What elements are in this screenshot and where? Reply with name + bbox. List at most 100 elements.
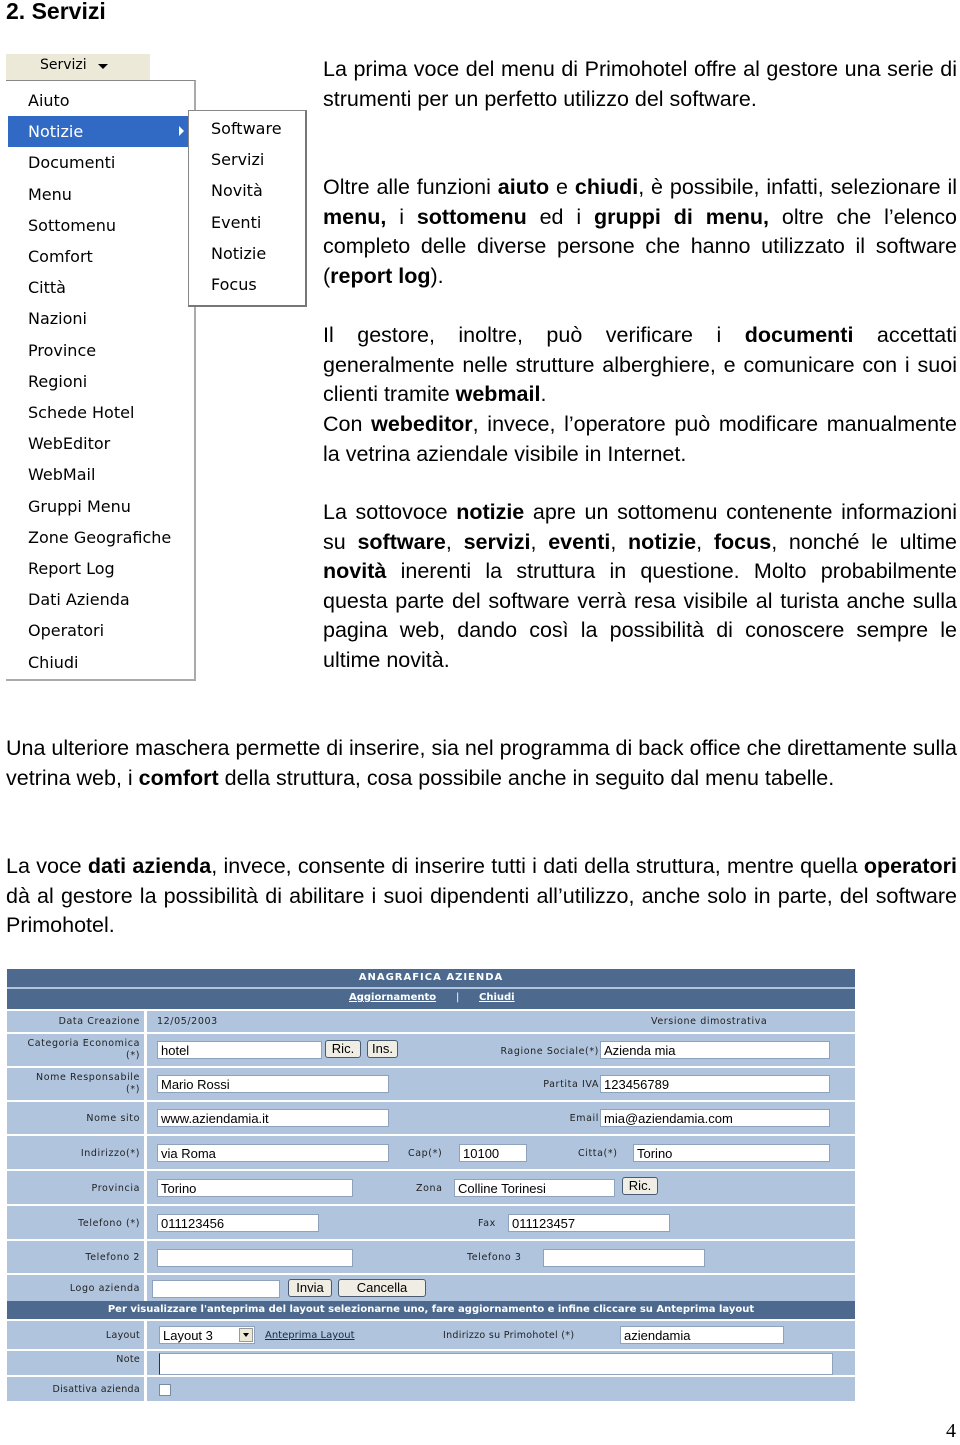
telefono3-label: Telefono 3 [467,1252,522,1263]
bold-term: servizi [463,529,531,554]
menu-item-nazioni[interactable]: Nazioni [8,303,188,334]
form-title: ANAGRAFICA AZIENDA [358,972,504,983]
cap-input[interactable]: 10100 [459,1144,527,1162]
row-responsabile: Nome Responsabile (*) Mario Rossi Partit… [7,1066,855,1100]
bold-term: chiudi [574,175,639,199]
telefono3-input[interactable] [543,1249,705,1267]
services-menu-screenshot: Servizi Aiuto Notizie Documenti Menu Sottome… [6,54,307,684]
menu-item-report-log[interactable]: Report Log [8,553,188,584]
indirizzo-input[interactable]: via Roma [157,1144,389,1162]
zona-search-button[interactable]: Ric. [622,1177,658,1195]
layout-preview-link[interactable]: Anteprima Layout [265,1330,355,1341]
telefono-input[interactable]: 011123456 [157,1214,319,1232]
menu-item-label: Menu [28,184,72,204]
categoria-insert-button[interactable]: Ins. [367,1040,398,1058]
email-input[interactable]: mia@aziendamia.com [600,1109,830,1127]
menu-item-operatori[interactable]: Operatori [8,615,188,646]
categoria-search-button[interactable]: Ric. [325,1040,361,1058]
menu-item-province[interactable]: Province [8,335,188,366]
form-title-bar: ANAGRAFICA AZIENDA [7,969,855,987]
menu-item-aiuto[interactable]: Aiuto [8,85,188,116]
menu-item-chiudi[interactable]: Chiudi [8,647,188,678]
row-logo: Logo azienda Invia Cancella [7,1273,855,1301]
anagrafica-azienda-form: ANAGRAFICA AZIENDA Aggiornamento | Chiud… [7,969,855,1401]
paragraph-dati-azienda: La voce dati azienda, invece, consente d… [6,854,958,938]
row-provincia: Provincia Torino Zona Colline Torinesi R… [7,1169,855,1204]
data-creazione-label: Data Creazione [58,1016,140,1027]
menu-item-dati-azienda[interactable]: Dati Azienda [8,584,188,615]
row-disattiva: Disattiva azienda [7,1375,855,1401]
notizie-submenu: Software Servizi Novità Eventi Notizie Focus [188,110,307,307]
menu-item-schede-hotel[interactable]: Schede Hotel [8,397,188,428]
fax-label: Fax [478,1218,496,1229]
submenu-item-software[interactable]: Software [211,113,282,144]
telefono2-input[interactable] [157,1249,353,1267]
layout-select-value: Layout 3 [163,1328,213,1343]
menu-servizi-button[interactable]: Servizi [6,54,150,80]
row-nome-sito: Nome sito www.aziendamia.it Email mia@az… [7,1100,855,1134]
zona-input[interactable]: Colline Torinesi [454,1179,615,1197]
partita-iva-input[interactable]: 123456789 [600,1075,830,1093]
paragraph-intro: La prima voce del menu di Primohotel off… [323,57,957,111]
note-textarea[interactable] [159,1353,833,1375]
bold-term: comfort [138,765,219,790]
ragione-sociale-input[interactable]: Azienda mia [600,1041,830,1059]
indirizzo-label: Indirizzo(*) [80,1148,140,1159]
menu-item-citt-[interactable]: Città [8,272,188,303]
menu-item-label: Zone Geografiche [28,527,172,547]
bold-term: focus [713,529,772,554]
submenu-item-eventi[interactable]: Eventi [211,207,261,238]
link-separator: | [456,992,460,1003]
layout-select[interactable]: Layout 3 [159,1326,255,1344]
update-link[interactable]: Aggiornamento [349,992,436,1003]
menu-item-webmail[interactable]: WebMail [8,459,188,490]
indirizzo-primohotel-label: Indirizzo su Primohotel (*) [443,1330,575,1341]
email-label: Email [569,1113,599,1124]
indirizzo-primohotel-input[interactable]: aziendamia [620,1326,784,1344]
provincia-label: Provincia [91,1183,140,1194]
menu-item-notizie[interactable]: Notizie [8,116,188,148]
logo-cancel-button[interactable]: Cancella [338,1279,426,1297]
paragraph-notizie: La sottovoce notizie apre un sottomenu c… [323,500,958,672]
menu-item-documenti[interactable]: Documenti [8,147,188,178]
dropdown-arrow-icon[interactable] [239,1328,253,1342]
bold-term: novità [323,559,387,584]
submenu-item-novit-[interactable]: Novità [211,175,263,206]
bold-term: gruppi di menu, [594,204,770,229]
categoria-input[interactable]: hotel [157,1041,322,1059]
row-indirizzo: Indirizzo(*) via Roma Cap(*) 10100 Citta… [7,1134,855,1169]
provincia-input[interactable]: Torino [157,1179,353,1197]
nome-sito-input[interactable]: www.aziendamia.it [157,1109,389,1127]
citta-input[interactable]: Torino [633,1144,830,1162]
submenu-item-servizi[interactable]: Servizi [211,144,264,175]
note-label: Note [116,1354,140,1365]
paragraph-comfort: Una ulteriore maschera permette di inser… [6,736,957,790]
menu-item-webeditor[interactable]: WebEditor [8,428,188,459]
logo-label: Logo azienda [69,1283,140,1294]
menu-item-label: Schede Hotel [28,403,135,422]
row-telefono2: Telefono 2 Telefono 3 [7,1239,855,1273]
citta-label: Citta(*) [578,1148,618,1159]
logo-file-input[interactable] [152,1280,280,1298]
menu-item-label: WebEditor [28,434,111,454]
version-note: Versione dimostrativa [651,1016,768,1027]
logo-send-button[interactable]: Invia [288,1279,332,1297]
submenu-item-focus[interactable]: Focus [211,269,257,300]
menu-item-menu[interactable]: Menu [8,179,188,210]
close-link[interactable]: Chiudi [479,992,515,1003]
menu-item-regioni[interactable]: Regioni [8,366,188,397]
form-links-bar: Aggiornamento | Chiudi [7,989,855,1009]
responsabile-input[interactable]: Mario Rossi [157,1075,389,1093]
submenu-item-notizie[interactable]: Notizie [211,238,266,269]
menu-item-zone-geografiche[interactable]: Zone Geografiche [8,522,188,553]
disattiva-label: Disattiva azienda [52,1384,140,1395]
fax-input[interactable]: 011123457 [508,1214,670,1232]
row-categoria: Categoria Economica (*) hotel Ric. Ins. … [7,1032,855,1066]
menu-item-comfort[interactable]: Comfort [8,241,188,272]
paragraph-functions: Oltre alle funzioni aiuto e chiudi, è po… [323,175,957,288]
disattiva-checkbox[interactable] [159,1384,171,1396]
menu-item-sottomenu[interactable]: Sottomenu [8,210,188,241]
menu-item-label: Città [28,278,66,298]
bold-term: dati azienda [87,854,212,878]
menu-item-gruppi-menu[interactable]: Gruppi Menu [8,491,188,522]
